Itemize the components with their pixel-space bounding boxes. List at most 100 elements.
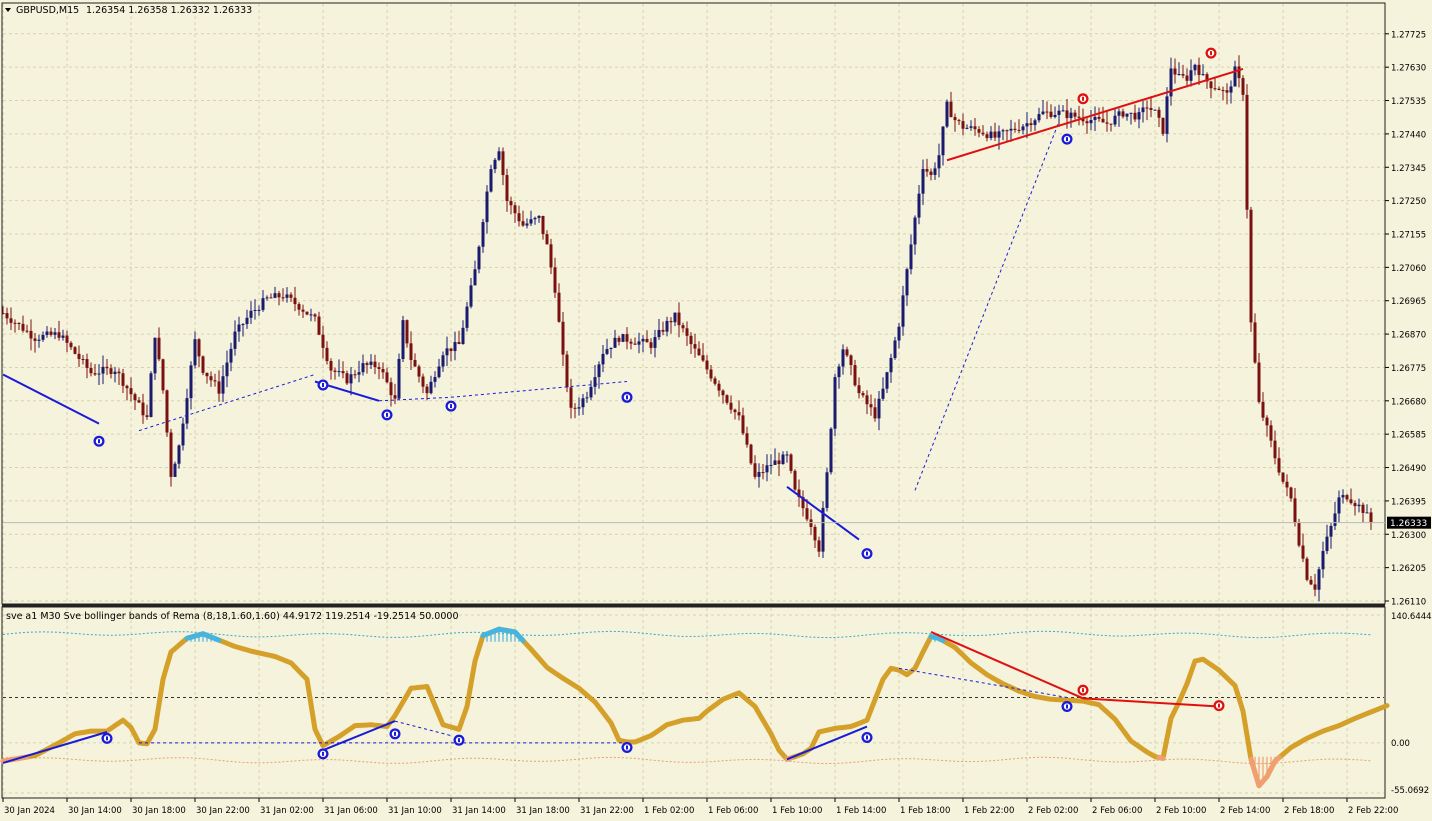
candle-body xyxy=(569,387,573,408)
candle-body xyxy=(1085,121,1089,124)
candle-body xyxy=(1137,112,1141,120)
candle-body xyxy=(985,134,989,139)
candle-body xyxy=(1025,123,1029,127)
candle-body xyxy=(393,395,397,399)
candle-body xyxy=(1105,122,1109,124)
candle-body xyxy=(121,373,125,386)
price-tick-label: 1.26205 xyxy=(1391,564,1426,574)
candle-body xyxy=(1109,123,1113,125)
signal-stem xyxy=(1082,688,1084,693)
down-arrow-circle-icon[interactable] xyxy=(1205,47,1217,59)
up-arrow-circle-icon[interactable] xyxy=(861,731,873,743)
candle-body xyxy=(389,382,393,396)
candle-body xyxy=(433,377,437,382)
candle-body xyxy=(989,131,993,139)
up-arrow-circle-icon[interactable] xyxy=(445,400,457,412)
down-arrow-circle-icon[interactable] xyxy=(1077,684,1089,696)
up-arrow-circle-icon[interactable] xyxy=(621,391,633,403)
candle-body xyxy=(489,169,493,192)
candle-body xyxy=(497,151,501,160)
candle-body xyxy=(1093,116,1097,121)
time-tick-label: 1 Feb 14:00 xyxy=(836,806,886,816)
candle-body xyxy=(81,358,85,360)
candle-body xyxy=(1329,525,1333,537)
chevron-down-icon[interactable] xyxy=(5,8,11,12)
candle-body xyxy=(157,337,161,360)
candle-body xyxy=(601,353,605,365)
candle-body xyxy=(1045,111,1049,113)
candle-body xyxy=(129,388,133,395)
up-arrow-circle-icon[interactable] xyxy=(317,748,329,760)
candle-body xyxy=(769,464,773,466)
signal-stem xyxy=(106,736,108,741)
candle-body xyxy=(1053,114,1057,117)
indicator-tick-label: 0.00 xyxy=(1391,739,1410,749)
candle-body xyxy=(521,221,525,226)
candle-body xyxy=(201,356,205,373)
up-arrow-circle-icon[interactable] xyxy=(453,734,465,746)
candle-body xyxy=(1261,401,1265,418)
candle-body xyxy=(113,371,117,374)
candle-body xyxy=(865,395,869,405)
bearish-divergence-line xyxy=(946,67,1244,162)
candle-body xyxy=(1097,116,1101,119)
candle-body xyxy=(805,508,809,520)
candle-body xyxy=(1189,70,1193,81)
time-tick-label: 2 Feb 18:00 xyxy=(1284,806,1334,816)
candle-body xyxy=(105,366,109,369)
price-pane[interactable] xyxy=(1,2,1386,605)
time-axis[interactable]: 30 Jan 2024 30 Jan 14:00 30 Jan 18:00 30 Ja… xyxy=(2,798,1398,816)
candle-body xyxy=(745,433,749,445)
candle-body xyxy=(153,337,157,374)
candle-body xyxy=(645,338,649,343)
price-divergence-lines xyxy=(2,67,1244,541)
candle-body xyxy=(921,169,925,194)
candle-body xyxy=(1017,129,1021,131)
candle-body xyxy=(909,244,913,270)
candle-body xyxy=(53,332,57,335)
candle-body xyxy=(265,297,269,299)
candle-body xyxy=(997,131,1001,138)
up-arrow-circle-icon[interactable] xyxy=(1061,133,1073,145)
candle-body xyxy=(1101,118,1105,123)
up-arrow-circle-icon[interactable] xyxy=(1061,701,1073,713)
time-tick-label: 31 Jan 06:00 xyxy=(324,806,378,816)
time-tick-label: 2 Feb 02:00 xyxy=(1028,806,1078,816)
up-arrow-circle-icon[interactable] xyxy=(389,728,401,740)
candle-body xyxy=(669,320,673,323)
candle-body xyxy=(661,329,665,332)
candle-body xyxy=(1121,111,1125,117)
candle-body xyxy=(101,366,105,374)
up-arrow-circle-icon[interactable] xyxy=(317,379,329,391)
up-arrow-circle-icon[interactable] xyxy=(93,435,105,447)
indicator-axis[interactable]: 140.6444 0.00 -55.0692 xyxy=(1391,612,1432,796)
time-tick-label: 2 Feb 14:00 xyxy=(1220,806,1270,816)
candle-body xyxy=(1165,96,1169,134)
signal-stem xyxy=(386,412,388,417)
candle-body xyxy=(1029,123,1033,126)
up-arrow-circle-icon[interactable] xyxy=(621,741,633,753)
price-grid xyxy=(2,4,1384,603)
candle-body xyxy=(297,304,301,310)
candle-body xyxy=(365,363,369,365)
candle-body xyxy=(665,320,669,332)
down-arrow-circle-icon[interactable] xyxy=(1213,700,1225,712)
candle-body xyxy=(573,407,577,409)
candle-body xyxy=(1281,472,1285,482)
up-arrow-circle-icon[interactable] xyxy=(381,409,393,421)
signal-stem xyxy=(98,439,100,444)
candle-body xyxy=(529,219,533,224)
indicator-signal-arrows[interactable] xyxy=(101,684,1225,760)
chart-window[interactable]: 1.27725 1.27630 1.27535 1.27440 1.27345 1.272… xyxy=(0,0,1432,821)
candle-body xyxy=(873,407,877,419)
candle-body xyxy=(1321,551,1325,570)
candle-body xyxy=(981,132,985,135)
indicator-tick-label: 140.6444 xyxy=(1391,612,1432,622)
symbol-label: GBPUSD,M15 xyxy=(16,5,79,16)
candle-body xyxy=(1057,110,1061,115)
candle-body xyxy=(349,374,353,384)
candle-body xyxy=(481,222,485,247)
up-arrow-circle-icon[interactable] xyxy=(861,548,873,560)
up-arrow-circle-icon[interactable] xyxy=(101,732,113,744)
down-arrow-circle-icon[interactable] xyxy=(1077,93,1089,105)
